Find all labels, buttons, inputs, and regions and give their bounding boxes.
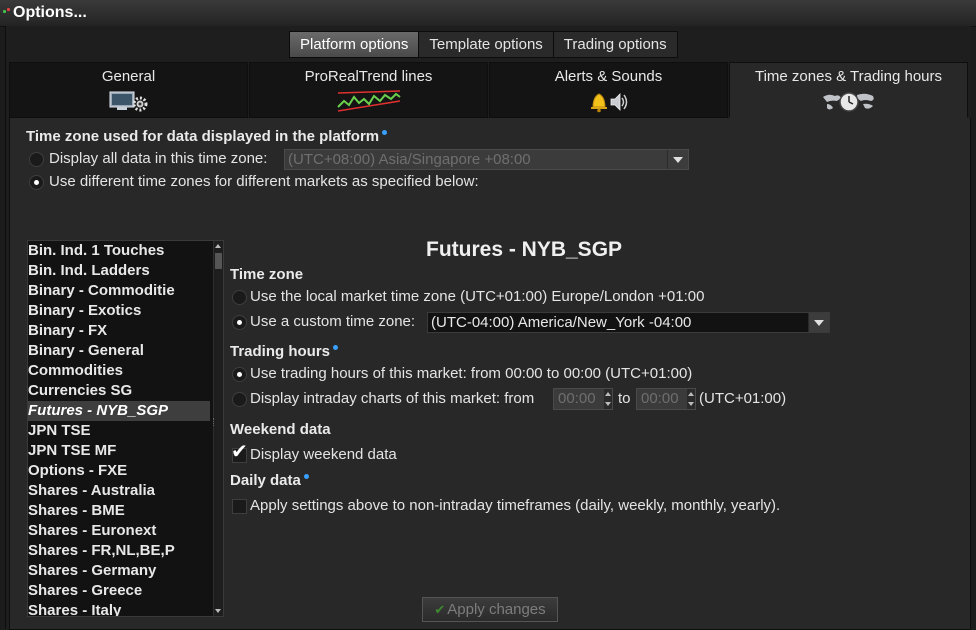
panel-splitter[interactable] xyxy=(213,418,216,426)
intraday-hours-label: Display intraday charts of this market: … xyxy=(250,390,535,407)
market-list-item[interactable]: JPN TSE xyxy=(28,421,210,441)
market-list-item[interactable]: Shares - Germany xyxy=(28,561,210,581)
weekend-data-heading: Weekend data xyxy=(230,421,331,438)
tab-time-zones-trading-hours[interactable]: Time zones & Trading hours xyxy=(729,62,968,118)
timezone-section-heading: Time zone used for data displayed in the… xyxy=(26,128,388,145)
trading-hours-heading: Trading hours xyxy=(230,343,339,360)
daily-data-label: Apply settings above to non-intraday tim… xyxy=(250,497,781,514)
scroll-down-icon[interactable] xyxy=(215,609,221,613)
timezones-panel: Time zone used for data displayed in the… xyxy=(9,118,971,630)
info-icon[interactable] xyxy=(333,345,339,350)
different-timezones-radio[interactable] xyxy=(29,175,44,190)
tab-trading-options[interactable]: Trading options xyxy=(554,32,677,57)
local-timezone-label: Use the local market time zone (UTC+01:0… xyxy=(250,288,705,305)
time-zone-heading: Time zone xyxy=(230,266,304,283)
market-list[interactable]: Bin. Ind. 1 Touches Bin. Ind. Ladders Bina… xyxy=(27,240,224,617)
market-list-item[interactable]: Binary - Exotics xyxy=(28,301,210,321)
time-stepper-icon[interactable] xyxy=(687,389,695,409)
intraday-timezone-label: (UTC+01:00) xyxy=(699,390,787,407)
market-list-scrollbar[interactable] xyxy=(213,241,223,616)
intraday-to-time[interactable]: 00:00 xyxy=(636,388,696,410)
tab-platform-options[interactable]: Platform options xyxy=(290,32,420,57)
display-all-timezone-label: Display all data in this time zone: xyxy=(49,150,268,167)
market-list-item[interactable]: Shares - Euronext xyxy=(28,521,210,541)
checkmark-icon: ✔ xyxy=(231,441,248,463)
market-trading-hours-label: Use trading hours of this market: from 0… xyxy=(250,365,693,382)
scroll-thumb[interactable] xyxy=(215,253,222,269)
tab-alerts-sounds[interactable]: Alerts & Sounds xyxy=(489,62,728,118)
market-list-item[interactable]: Currencies SG xyxy=(28,381,210,401)
custom-timezone-label: Use a custom time zone: xyxy=(250,313,416,330)
trend-chart-icon xyxy=(336,89,402,118)
market-list-item[interactable]: Shares - Italy xyxy=(28,601,210,616)
bell-speaker-icon xyxy=(588,89,630,118)
daily-data-checkbox[interactable] xyxy=(232,499,247,514)
options-category-switch: Platform options Template options Tradin… xyxy=(289,31,678,58)
chevron-down-icon xyxy=(667,150,688,169)
tab-prorealtrend-lines[interactable]: ProRealTrend lines xyxy=(249,62,488,118)
apply-changes-button[interactable]: ✔ Apply changes xyxy=(422,597,558,622)
intraday-from-time[interactable]: 00:00 xyxy=(553,388,613,410)
options-dialog: Platform options Template options Tradin… xyxy=(5,26,971,630)
checkmark-icon: ✔ xyxy=(434,602,446,617)
market-list-item[interactable]: Futures - NYB_SGP xyxy=(28,401,210,421)
intraday-to-value: 00:00 xyxy=(641,390,679,407)
local-timezone-radio[interactable] xyxy=(232,290,247,305)
info-icon[interactable] xyxy=(382,130,388,135)
market-list-item[interactable]: Binary - Commoditie xyxy=(28,281,210,301)
market-list-item[interactable]: JPN TSE MF xyxy=(28,441,210,461)
market-list-item[interactable]: Shares - Australia xyxy=(28,481,210,501)
market-list-item[interactable]: Shares - BME xyxy=(28,501,210,521)
market-list-item[interactable]: Commodities xyxy=(28,361,210,381)
intraday-hours-radio[interactable] xyxy=(232,392,247,407)
intraday-from-value: 00:00 xyxy=(558,390,596,407)
window-menu-icon[interactable] xyxy=(3,8,11,16)
market-detail-title: Futures - NYB_SGP xyxy=(426,238,623,261)
market-trading-hours-radio[interactable] xyxy=(232,367,247,382)
market-list-item[interactable]: Binary - FX xyxy=(28,321,210,341)
different-timezones-label: Use different time zones for different m… xyxy=(49,173,479,190)
tab-template-options[interactable]: Template options xyxy=(419,32,554,57)
market-list-item[interactable]: Bin. Ind. 1 Touches xyxy=(28,241,210,261)
monitor-gear-icon xyxy=(108,89,150,118)
global-timezone-value: (UTC+08:00) Asia/Singapore +08:00 xyxy=(288,151,531,168)
tab-timezones-label: Time zones & Trading hours xyxy=(754,68,943,85)
tab-general[interactable]: General xyxy=(9,62,248,118)
custom-timezone-value: (UTC-04:00) America/New_York -04:00 xyxy=(431,314,692,331)
scroll-up-icon[interactable] xyxy=(215,244,221,248)
apply-changes-label: Apply changes xyxy=(447,601,546,618)
weekend-data-label: Display weekend data xyxy=(250,446,397,463)
market-list-items: Bin. Ind. 1 Touches Bin. Ind. Ladders Bina… xyxy=(28,241,223,616)
custom-timezone-select[interactable]: (UTC-04:00) America/New_York -04:00 xyxy=(427,312,830,333)
display-all-timezone-radio[interactable] xyxy=(29,152,44,167)
info-icon[interactable] xyxy=(303,474,309,479)
tab-prorealtrend-label: ProRealTrend lines xyxy=(304,68,433,85)
globe-clock-icon xyxy=(821,89,877,118)
window-title: Options... xyxy=(13,4,87,21)
market-list-item[interactable]: Shares - FR,NL,BE,P xyxy=(28,541,210,561)
market-list-item[interactable]: Options - FXE xyxy=(28,461,210,481)
market-list-item[interactable]: Shares - Greece xyxy=(28,581,210,601)
intraday-to-label: to xyxy=(618,390,631,407)
tab-alerts-label: Alerts & Sounds xyxy=(554,68,663,85)
main-tab-strip: General ProRealTrend lines Alerts & Soun… xyxy=(9,62,969,118)
title-bar: Options... xyxy=(0,0,976,27)
chevron-down-icon xyxy=(808,313,829,332)
daily-data-heading: Daily data xyxy=(230,472,309,489)
market-list-item[interactable]: Binary - General xyxy=(28,341,210,361)
tab-general-label: General xyxy=(101,68,156,85)
custom-timezone-radio[interactable] xyxy=(232,315,247,330)
time-stepper-icon[interactable] xyxy=(604,389,612,409)
market-list-item[interactable]: Bin. Ind. Ladders xyxy=(28,261,210,281)
global-timezone-select[interactable]: (UTC+08:00) Asia/Singapore +08:00 xyxy=(284,149,689,170)
